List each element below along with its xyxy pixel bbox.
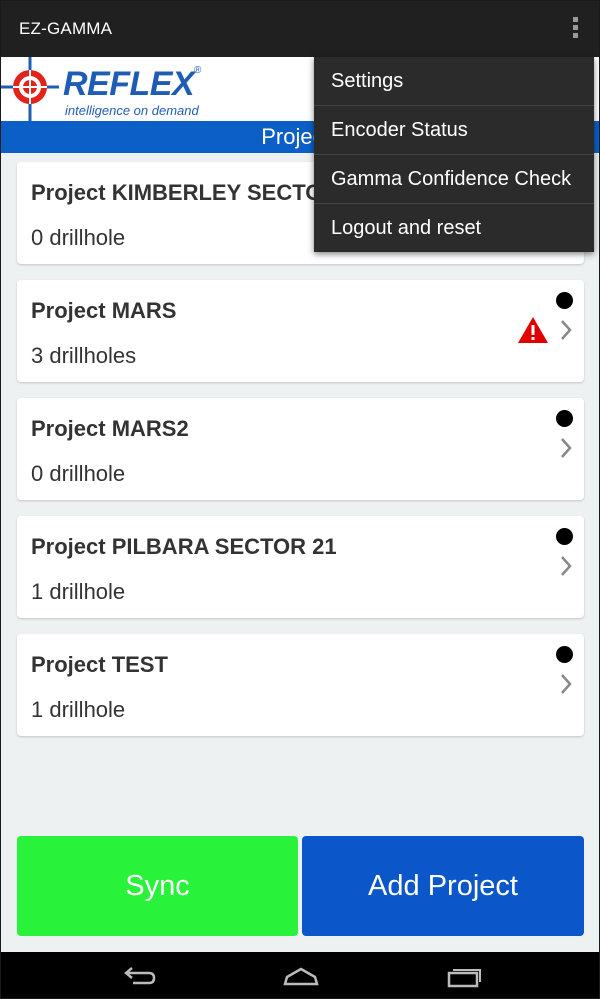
project-name: Project PILBARA SECTOR 21: [31, 534, 337, 559]
app-title: EZ-GAMMA: [19, 19, 113, 38]
project-card[interactable]: Project TEST 1 drillhole: [17, 634, 584, 736]
sync-button[interactable]: Sync: [17, 836, 298, 936]
project-drillhole-count: 0 drillhole: [31, 461, 126, 486]
system-nav-bar: [1, 952, 599, 998]
project-drillhole-count: 3 drillholes: [31, 343, 137, 368]
project-card[interactable]: Project PILBARA SECTOR 21 1 drillhole: [17, 516, 584, 618]
project-drillhole-count: 0 drillhole: [31, 225, 126, 250]
project-name: Project KIMBERLEY SECTOR: [31, 180, 339, 205]
status-dot-icon: [556, 292, 573, 309]
home-icon[interactable]: [281, 964, 321, 988]
project-name: Project TEST: [31, 652, 168, 677]
warning-icon: [518, 317, 548, 343]
project-name: Project MARS: [31, 298, 177, 323]
recents-icon[interactable]: [445, 964, 485, 988]
reflex-logo-icon: [1, 57, 59, 121]
overflow-menu: Settings Encoder Status Gamma Confidence…: [314, 57, 594, 252]
chevron-right-icon[interactable]: [559, 554, 573, 578]
project-drillhole-count: 1 drillhole: [31, 697, 126, 722]
add-project-button[interactable]: Add Project: [302, 836, 584, 936]
status-dot-icon: [556, 646, 573, 663]
back-icon[interactable]: [119, 964, 159, 988]
menu-item-encoder-status[interactable]: Encoder Status: [314, 106, 594, 155]
chevron-right-icon[interactable]: [559, 318, 573, 342]
project-drillhole-count: 1 drillhole: [31, 579, 126, 604]
logo-registered-mark: ®: [194, 65, 202, 76]
menu-item-logout-and-reset[interactable]: Logout and reset: [314, 204, 594, 253]
menu-item-settings[interactable]: Settings: [314, 57, 594, 106]
action-bar: EZ-GAMMA: [1, 1, 599, 57]
logo-tagline: intelligence on demand: [65, 103, 199, 118]
status-dot-icon: [556, 410, 573, 427]
overflow-menu-icon[interactable]: [571, 17, 579, 41]
chevron-right-icon[interactable]: [559, 436, 573, 460]
project-name: Project MARS2: [31, 416, 189, 441]
project-card[interactable]: Project MARS 3 drillholes: [17, 280, 584, 382]
project-card[interactable]: Project MARS2 0 drillhole: [17, 398, 584, 500]
app-window: EZ-GAMMA REFLEX ® intelligence on demand…: [0, 0, 600, 999]
status-dot-icon: [556, 528, 573, 545]
chevron-right-icon[interactable]: [559, 672, 573, 696]
logo-wordmark: REFLEX: [63, 65, 195, 103]
menu-item-gamma-confidence-check[interactable]: Gamma Confidence Check: [314, 155, 594, 204]
